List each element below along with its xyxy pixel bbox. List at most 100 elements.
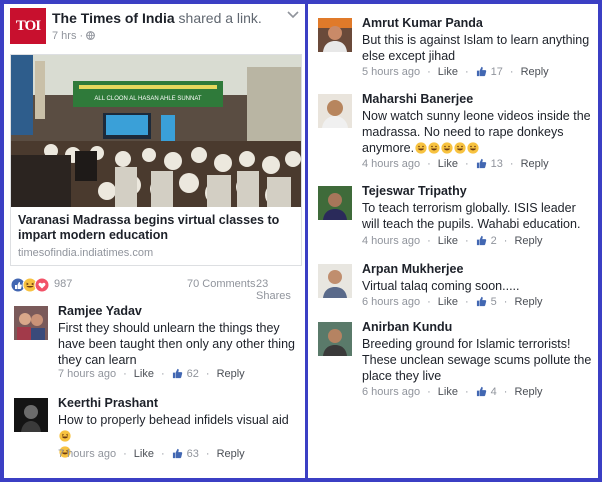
like-count[interactable]: 13 (491, 158, 503, 170)
comment: Amrut Kumar Panda But this is against Is… (318, 16, 596, 82)
like-count[interactable]: 4 (491, 386, 497, 398)
reply-button[interactable]: Reply (217, 448, 245, 460)
comment-time[interactable]: 4 hours ago (362, 235, 420, 247)
comment: Tejeswar Tripathy To teach terrorism glo… (318, 184, 596, 250)
meta-dot: · (123, 448, 127, 460)
comment-meta: 7 hours ago · Like · 62 · Reply (58, 368, 245, 380)
comment-time[interactable]: 7 hours ago (58, 448, 116, 460)
meta-dot: · (503, 296, 508, 308)
comment: Ramjee Yadav First they should unlearn t… (14, 304, 304, 384)
like-count[interactable]: 2 (491, 235, 497, 247)
reaction-count[interactable]: 987 (54, 278, 72, 290)
avatar[interactable] (318, 186, 352, 220)
like-count[interactable]: 62 (187, 368, 199, 380)
laughing-emoji-icon (59, 430, 71, 442)
like-button[interactable]: Like (134, 368, 154, 380)
meta-dot: · (464, 235, 469, 247)
like-button[interactable]: Like (438, 158, 458, 170)
meta-dot: · (79, 30, 84, 42)
love-reaction-icon (34, 277, 50, 293)
link-preview-card[interactable]: ALL CLOON AL HASAN AHLE SUNNAT Varanasi … (10, 54, 302, 266)
link-title[interactable]: Varanasi Madrassa begins virtual classes… (18, 213, 296, 243)
comment-author[interactable]: Tejeswar Tripathy (362, 184, 467, 198)
comment-meta: 6 hours ago · Like · 4 · Reply (362, 386, 543, 398)
like-button[interactable]: Like (438, 66, 458, 78)
avatar[interactable] (318, 18, 352, 52)
reply-button[interactable]: Reply (521, 158, 549, 170)
comment-text-content: How to properly behead infidels visual a… (58, 413, 289, 427)
avatar[interactable] (14, 306, 48, 340)
meta-dot: · (205, 368, 210, 380)
meta-dot: · (503, 386, 508, 398)
like-count[interactable]: 17 (491, 66, 503, 78)
reply-button[interactable]: Reply (514, 386, 542, 398)
meta-dot: · (427, 66, 431, 78)
post-timestamp[interactable]: 7 hrs · (52, 30, 96, 42)
comment-meta: 4 hours ago · Like · 2 · Reply (362, 235, 543, 247)
comment-author[interactable]: Anirban Kundu (362, 320, 452, 334)
page-name-link[interactable]: The Times of India (52, 10, 175, 26)
meta-dot: · (464, 158, 469, 170)
shares-count[interactable]: 23 Shares (256, 278, 302, 302)
meta-dot: · (464, 296, 469, 308)
reply-button[interactable]: Reply (514, 235, 542, 247)
shared-link-text: shared a link. (178, 10, 262, 26)
reply-button[interactable]: Reply (217, 368, 245, 380)
thumbs-up-icon (476, 296, 486, 307)
reaction-bar: 987 70 Comments 23 Shares (10, 276, 302, 302)
comments-count[interactable]: 70 Comments (187, 278, 255, 290)
thumbs-up-icon (476, 158, 486, 169)
meta-dot: · (427, 386, 431, 398)
comment-time[interactable]: 7 hours ago (58, 368, 116, 380)
like-button[interactable]: Like (438, 235, 458, 247)
classroom-photo: ALL CLOON AL HASAN AHLE SUNNAT (11, 55, 301, 207)
comment-author[interactable]: Arpan Mukherjee (362, 262, 463, 276)
column-divider (305, 4, 308, 478)
toi-logo[interactable]: TOI (10, 8, 46, 44)
globe-icon (86, 31, 96, 40)
thumbs-up-icon (172, 448, 182, 459)
like-count[interactable]: 63 (187, 448, 199, 460)
comment-time[interactable]: 6 hours ago (362, 296, 420, 308)
avatar[interactable] (14, 398, 48, 432)
avatar[interactable] (318, 322, 352, 356)
meta-dot: · (160, 448, 165, 460)
meta-dot: · (509, 66, 514, 78)
comment-author[interactable]: Keerthi Prashant (58, 396, 158, 410)
comment: Arpan Mukherjee Virtual talaq coming soo… (318, 262, 596, 312)
comment-author[interactable]: Maharshi Banerjee (362, 92, 473, 106)
thumbs-up-icon (172, 368, 182, 379)
reaction-icons[interactable] (10, 277, 54, 293)
grinning-emoji-icon (428, 142, 440, 154)
grinning-emoji-icon (467, 142, 479, 154)
like-button[interactable]: Like (438, 296, 458, 308)
comment-time[interactable]: 6 hours ago (362, 386, 420, 398)
like-button[interactable]: Like (134, 448, 154, 460)
like-count[interactable]: 5 (491, 296, 497, 308)
link-preview-image[interactable]: ALL CLOON AL HASAN AHLE SUNNAT (11, 55, 301, 207)
meta-dot: · (509, 158, 514, 170)
meta-dot: · (205, 448, 210, 460)
post-time[interactable]: 7 hrs (52, 30, 76, 42)
reply-button[interactable]: Reply (521, 66, 549, 78)
comment-meta: 5 hours ago · Like · 17 · Reply (362, 66, 549, 78)
comment-text: But this is against Islam to learn anyth… (362, 33, 590, 63)
avatar[interactable] (318, 264, 352, 298)
avatar[interactable] (318, 94, 352, 128)
comment-author[interactable]: Ramjee Yadav (58, 304, 142, 318)
comment-meta: 4 hours ago · Like · 13 · Reply (362, 158, 549, 170)
comment-time[interactable]: 5 hours ago (362, 66, 420, 78)
reply-button[interactable]: Reply (514, 296, 542, 308)
grinning-emoji-icon (415, 142, 427, 154)
thumbs-up-icon (476, 235, 486, 246)
meta-dot: · (427, 235, 431, 247)
meta-dot: · (160, 368, 165, 380)
chevron-down-icon[interactable] (286, 10, 300, 20)
comment: Keerthi Prashant How to properly behead … (14, 396, 304, 466)
comment-author[interactable]: Amrut Kumar Panda (362, 16, 483, 30)
comment-text: Now watch sunny leone videos inside the … (362, 108, 596, 156)
meta-dot: · (427, 296, 431, 308)
post-header: TOI The Times of India shared a link. 7 … (10, 8, 302, 52)
comment-time[interactable]: 4 hours ago (362, 158, 420, 170)
like-button[interactable]: Like (438, 386, 458, 398)
